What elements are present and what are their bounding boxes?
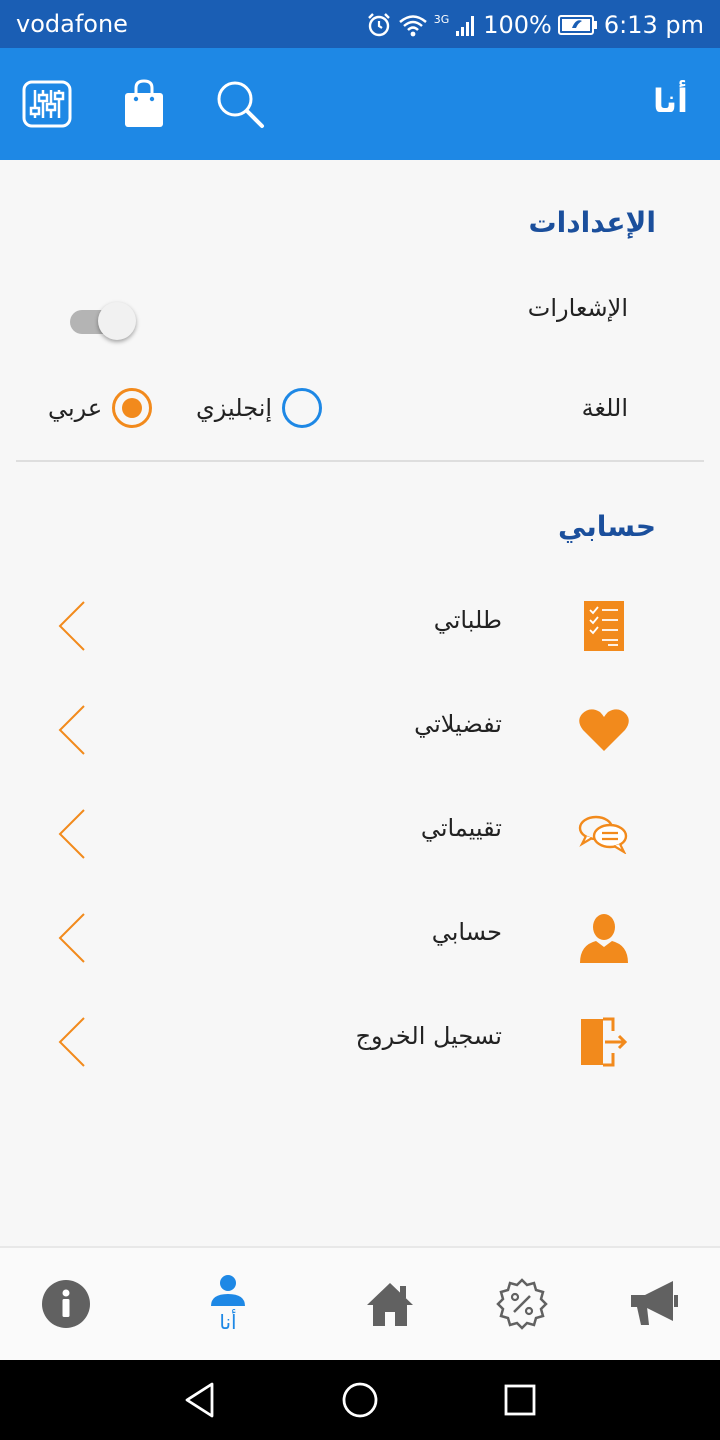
- nav-item-offers[interactable]: [472, 1248, 572, 1360]
- language-option-english[interactable]: إنجليزي: [196, 388, 323, 428]
- shopping-bag-icon[interactable]: [116, 76, 172, 132]
- clock-time: 6:13 pm: [603, 11, 704, 39]
- menu-item-orders[interactable]: طلباتي: [0, 576, 720, 680]
- chevron-left-icon: [58, 705, 85, 755]
- network-type: 3G: [433, 12, 450, 26]
- nav-item-announcements[interactable]: [604, 1248, 704, 1360]
- chevron-left-icon: [58, 601, 85, 651]
- nav-item-home[interactable]: [340, 1248, 440, 1360]
- language-option-label: عربي: [48, 394, 103, 422]
- menu-item-logout[interactable]: تسجيل الخروج: [0, 992, 720, 1096]
- section-divider: [16, 460, 704, 462]
- nav-item-info[interactable]: [16, 1248, 116, 1360]
- chevron-left-icon: [58, 1017, 85, 1067]
- signal-icon: [456, 16, 475, 36]
- bottom-navigation: أنا: [0, 1246, 720, 1360]
- chevron-left-icon: [58, 809, 85, 859]
- reviews-chat-icon: [576, 806, 632, 862]
- megaphone-icon: [631, 1281, 678, 1325]
- home-icon: [367, 1283, 413, 1326]
- menu-item-account[interactable]: حسابي: [0, 888, 720, 992]
- menu-item-favorites[interactable]: تفضيلاتي: [0, 680, 720, 784]
- search-icon[interactable]: [212, 76, 268, 132]
- nav-item-label: أنا: [219, 1310, 237, 1334]
- orders-checklist-icon: [576, 598, 632, 654]
- language-option-label: إنجليزي: [196, 394, 273, 422]
- back-icon[interactable]: [178, 1378, 222, 1422]
- language-label: اللغة: [581, 394, 628, 422]
- chevron-left-icon: [58, 913, 85, 963]
- menu-item-label: حسابي: [431, 918, 502, 946]
- menu-item-reviews[interactable]: تقييماتي: [0, 784, 720, 888]
- system-navigation-bar: [0, 1360, 720, 1440]
- settings-section-title: الإعدادات: [528, 206, 656, 239]
- heart-icon: [576, 702, 632, 758]
- toggle-thumb: [98, 302, 136, 340]
- filters-icon[interactable]: [20, 76, 76, 132]
- language-option-arabic[interactable]: عربي: [48, 388, 153, 428]
- notifications-toggle[interactable]: [70, 302, 136, 342]
- nav-item-me[interactable]: أنا: [178, 1248, 278, 1360]
- user-icon: [211, 1275, 245, 1306]
- status-bar: vodafone 3G 100% 6:13 pm: [0, 0, 720, 48]
- radio-selected-icon: [112, 388, 153, 428]
- logout-door-icon: [576, 1014, 632, 1070]
- menu-item-label: طلباتي: [433, 606, 502, 634]
- menu-item-label: تقييماتي: [420, 814, 502, 842]
- carrier-name: vodafone: [16, 10, 128, 38]
- wifi-icon: [398, 15, 427, 37]
- battery-icon: [557, 15, 597, 35]
- home-circle-icon[interactable]: [338, 1378, 382, 1422]
- app-bar: أنا: [0, 48, 720, 160]
- info-icon: [42, 1280, 90, 1328]
- status-icons: 3G 100% 6:13 pm: [366, 10, 704, 40]
- recent-apps-icon[interactable]: [498, 1378, 542, 1422]
- battery-percentage: 100%: [483, 11, 552, 39]
- account-section-title: حسابي: [557, 510, 656, 543]
- menu-item-label: تفضيلاتي: [414, 710, 502, 738]
- user-icon: [576, 910, 632, 966]
- notifications-label: الإشعارات: [527, 294, 628, 322]
- discount-badge-icon: [496, 1278, 548, 1330]
- alarm-icon: [367, 13, 390, 37]
- menu-item-label: تسجيل الخروج: [355, 1022, 502, 1050]
- page-title: أنا: [653, 82, 688, 120]
- radio-unselected-icon: [282, 388, 323, 428]
